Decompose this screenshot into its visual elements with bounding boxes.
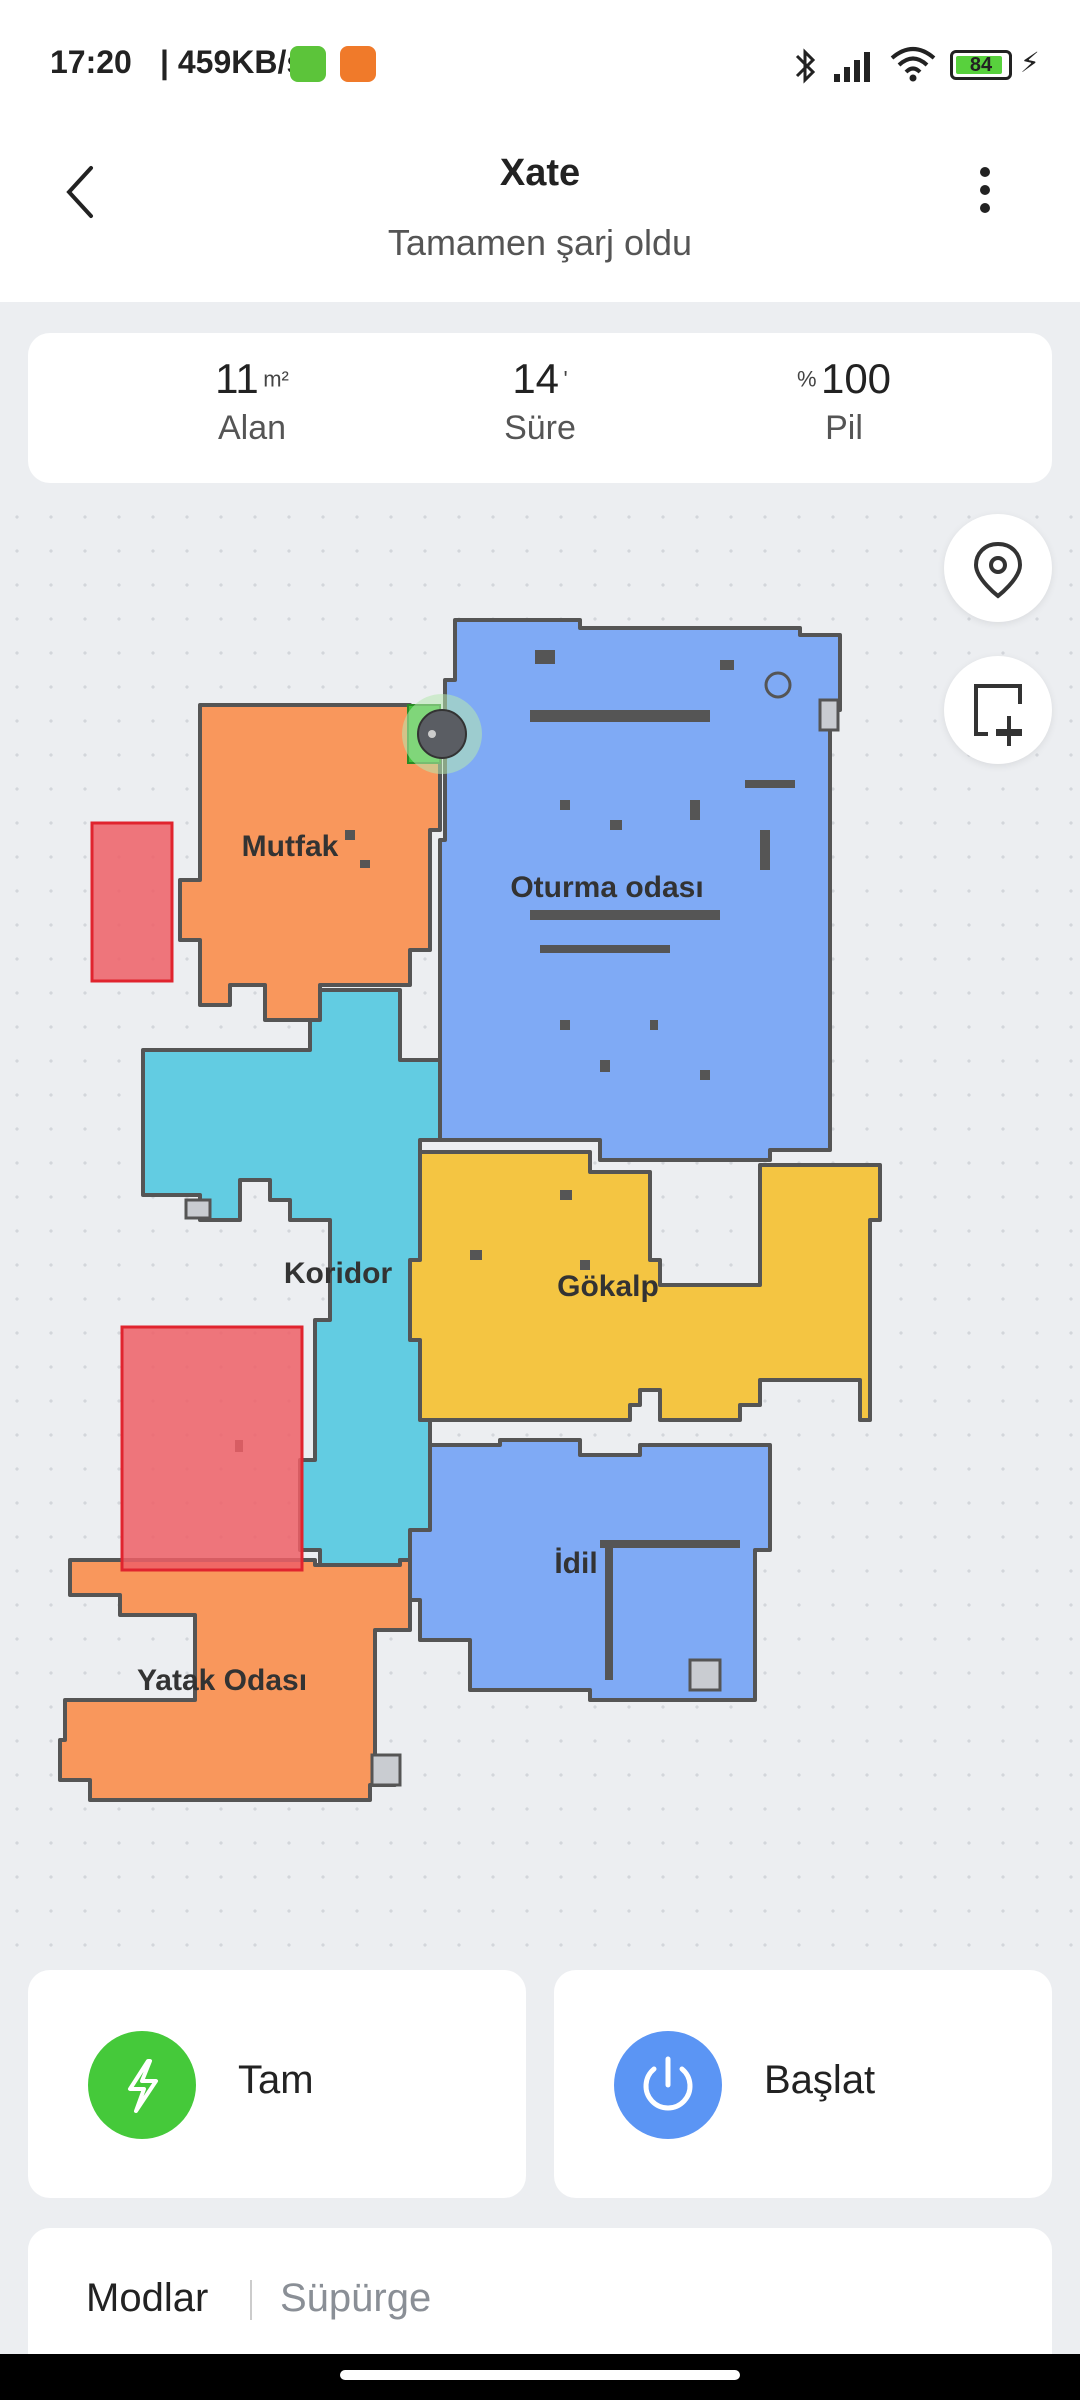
modes-divider <box>250 2280 252 2320</box>
start-label: Başlat <box>764 2058 876 2102</box>
wifi-icon <box>890 47 936 82</box>
stats-card: 11 m² Alan 14 ' Süre % 100 Pil <box>28 333 1052 483</box>
modes-value[interactable]: Süpürge <box>280 2276 431 2321</box>
mode-circle <box>88 2031 196 2139</box>
stat-time: 14 ' Süre <box>390 355 690 448</box>
bluetooth-icon <box>795 48 816 84</box>
area-value: 11 <box>215 355 259 402</box>
home-indicator[interactable] <box>340 2370 740 2380</box>
device-status: Tamamen şarj oldu <box>387 222 693 263</box>
room-label-living: Oturma odası <box>510 871 704 904</box>
room-label-bedroom: Yatak Odası <box>136 1664 308 1697</box>
power-icon <box>643 2056 693 2111</box>
time-value: 14 <box>512 355 560 402</box>
robot-position <box>417 709 467 759</box>
floor-map[interactable] <box>0 500 1080 1950</box>
back-arrow-icon[interactable] <box>55 150 115 230</box>
add-area-icon <box>974 684 1022 746</box>
status-network-speed: | 459KB/s <box>160 44 305 80</box>
mode-card[interactable]: Tam <box>28 1970 526 2198</box>
status-bar: 17:20 | 459KB/s 84 ⚡ <box>0 0 1080 130</box>
lightning-icon <box>128 2059 158 2113</box>
battery-unit: % <box>796 366 817 392</box>
signal-icon <box>834 52 870 82</box>
charging-icon: ⚡ <box>1020 47 1040 78</box>
no-go-zone-bedroom <box>120 1325 304 1572</box>
time-label: Süre <box>504 409 576 447</box>
battery-level: 84 <box>969 54 993 76</box>
location-pin-icon <box>973 541 1023 599</box>
start-circle <box>614 2031 722 2139</box>
room-label-idil: İdil <box>554 1547 598 1580</box>
modes-label: Modlar <box>86 2276 209 2320</box>
battery-value: 100 <box>820 355 892 402</box>
area-unit: m² <box>263 366 289 392</box>
device-title: Xate <box>499 152 581 194</box>
battery-label: Pil <box>825 409 863 447</box>
mi-notification-icon <box>340 46 376 82</box>
status-time: 17:20 <box>50 44 132 80</box>
battery-icon: 84 <box>950 50 1012 80</box>
more-options-icon[interactable] <box>965 148 1005 228</box>
time-unit: ' <box>563 366 568 392</box>
area-label: Alan <box>217 409 287 447</box>
mode-label: Tam <box>238 2058 314 2102</box>
room-label-gokalp: Gökalp <box>557 1270 659 1303</box>
room-label-kitchen: Mutfak <box>241 830 339 863</box>
app-notification-icon <box>290 46 326 82</box>
start-card[interactable]: Başlat <box>554 1970 1052 2198</box>
add-zone-button[interactable] <box>944 656 1052 764</box>
locate-robot-button[interactable] <box>944 514 1052 622</box>
room-label-corridor: Koridor <box>283 1257 393 1290</box>
header: Xate Tamamen şarj oldu <box>0 130 1080 302</box>
system-nav-bar <box>0 2354 1080 2400</box>
stat-battery: % 100 Pil <box>694 355 994 448</box>
stat-area: 11 m² Alan <box>102 355 402 448</box>
